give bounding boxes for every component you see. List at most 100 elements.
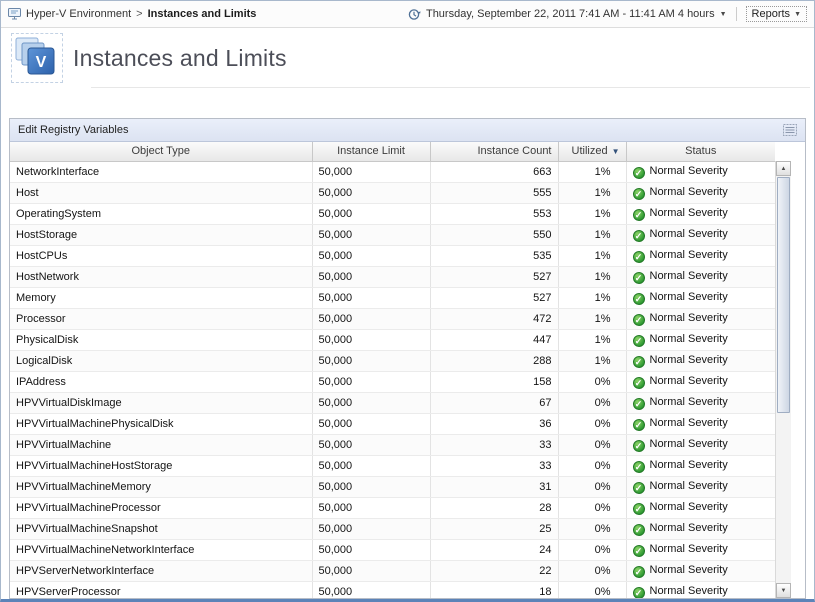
reports-label: Reports — [752, 8, 791, 20]
object-type-cell: HPVVirtualMachineMemory — [10, 476, 312, 497]
status-label: Normal Severity — [650, 249, 728, 261]
table-body: NetworkInterface50,0006631%✓Normal Sever… — [10, 161, 775, 598]
table-row[interactable]: LogicalDisk50,0002881%✓Normal Severity — [10, 350, 775, 371]
table-row[interactable]: HPVServerProcessor50,000180%✓Normal Seve… — [10, 581, 775, 598]
instances-table: Object Type Instance Limit Instance Coun… — [10, 142, 775, 598]
table-row[interactable]: HPVVirtualMachinePhysicalDisk50,000360%✓… — [10, 413, 775, 434]
table-row[interactable]: HostCPUs50,0005351%✓Normal Severity — [10, 245, 775, 266]
table-row[interactable]: IPAddress50,0001580%✓Normal Severity — [10, 371, 775, 392]
instance-limit-cell: 50,000 — [312, 497, 430, 518]
instance-count-cell: 33 — [430, 434, 558, 455]
status-label: Normal Severity — [650, 585, 728, 597]
column-header-instance-limit[interactable]: Instance Limit — [312, 142, 430, 161]
panel-header: Edit Registry Variables — [10, 119, 805, 142]
breadcrumb-parent[interactable]: Hyper-V Environment — [26, 8, 131, 20]
time-range-icon — [408, 8, 421, 21]
utilized-cell: 0% — [558, 476, 626, 497]
instance-count-cell: 447 — [430, 329, 558, 350]
object-type-cell: HPVVirtualMachine — [10, 434, 312, 455]
table-row[interactable]: OperatingSystem50,0005531%✓Normal Severi… — [10, 203, 775, 224]
column-header-status[interactable]: Status — [626, 142, 775, 161]
status-cell: ✓Normal Severity — [626, 455, 775, 476]
status-label: Normal Severity — [650, 312, 728, 324]
breadcrumb-current: Instances and Limits — [148, 8, 257, 20]
object-type-cell: HPVServerProcessor — [10, 581, 312, 598]
scrollbar-thumb[interactable] — [777, 177, 790, 413]
instance-limit-cell: 50,000 — [312, 161, 430, 182]
table-row[interactable]: HPVVirtualMachineProcessor50,000280%✓Nor… — [10, 497, 775, 518]
object-type-cell: HostNetwork — [10, 266, 312, 287]
status-cell: ✓Normal Severity — [626, 518, 775, 539]
reports-button[interactable]: Reports ▼ — [746, 6, 807, 22]
column-header-instance-count[interactable]: Instance Count — [430, 142, 558, 161]
status-cell: ✓ Normal Severity — [626, 581, 775, 598]
table-row[interactable]: HPVVirtualMachineMemory50,000310%✓Normal… — [10, 476, 775, 497]
table-row[interactable]: PhysicalDisk50,0004471%✓Normal Severity — [10, 329, 775, 350]
table-row[interactable]: HPVVirtualDiskImage50,000670%✓Normal Sev… — [10, 392, 775, 413]
table-row[interactable]: HPVVirtualMachine50,000330%✓Normal Sever… — [10, 434, 775, 455]
status-cell: ✓Normal Severity — [626, 350, 775, 371]
dashboard-icon — [8, 8, 21, 20]
utilized-cell: 1% — [558, 287, 626, 308]
table-row[interactable]: HPVVirtualMachineNetworkInterface50,0002… — [10, 539, 775, 560]
column-header-utilized[interactable]: Utilized▼ — [558, 142, 626, 161]
status-cell: ✓Normal Severity — [626, 434, 775, 455]
object-type-cell: PhysicalDisk — [10, 329, 312, 350]
object-type-cell: IPAddress — [10, 371, 312, 392]
instance-limit-cell: 50,000 — [312, 203, 430, 224]
instance-limit-cell: 50,000 — [312, 308, 430, 329]
normal-severity-check-icon: ✓ — [633, 293, 645, 305]
table-row[interactable]: NetworkInterface50,0006631%✓Normal Sever… — [10, 161, 775, 182]
status-cell: ✓Normal Severity — [626, 329, 775, 350]
object-type-cell: HPVVirtualMachinePhysicalDisk — [10, 413, 312, 434]
normal-severity-check-icon: ✓ — [633, 188, 645, 200]
status-cell: ✓Normal Severity — [626, 308, 775, 329]
table-row[interactable]: Host50,0005551%✓Normal Severity — [10, 182, 775, 203]
instance-limit-cell: 50,000 — [312, 476, 430, 497]
status-cell: ✓Normal Severity — [626, 371, 775, 392]
instance-count-cell: 472 — [430, 308, 558, 329]
status-cell: ✓Normal Severity — [626, 161, 775, 182]
status-label: Normal Severity — [650, 270, 728, 282]
table-customizer-icon[interactable] — [783, 124, 797, 136]
table-row[interactable]: Memory50,0005271%✓Normal Severity — [10, 287, 775, 308]
scrollbar-up-arrow-icon[interactable]: ▲ — [776, 161, 791, 176]
time-range-caret-icon[interactable]: ▼ — [720, 11, 727, 18]
instance-count-cell: 67 — [430, 392, 558, 413]
object-type-cell: HPVVirtualMachineHostStorage — [10, 455, 312, 476]
table-row[interactable]: HPVVirtualMachineHostStorage50,000330%✓N… — [10, 455, 775, 476]
instance-limit-cell: 50,000 — [312, 560, 430, 581]
table-row[interactable]: HostStorage50,0005501%✓Normal Severity — [10, 224, 775, 245]
scrollbar-down-arrow-icon[interactable]: ▼ — [776, 583, 791, 598]
table-row[interactable]: HostNetwork50,0005271%✓Normal Severity — [10, 266, 775, 287]
instance-count-cell: 555 — [430, 182, 558, 203]
status-label: Normal Severity — [650, 438, 728, 450]
table-row[interactable]: HPVServerNetworkInterface50,000220%✓Norm… — [10, 560, 775, 581]
instance-limit-cell: 50,000 — [312, 245, 430, 266]
instance-count-cell: 535 — [430, 245, 558, 266]
normal-severity-check-icon: ✓ — [633, 587, 645, 599]
status-label: Normal Severity — [650, 333, 728, 345]
column-header-object-type[interactable]: Object Type — [10, 142, 312, 161]
utilized-cell: 1% — [558, 203, 626, 224]
table-row[interactable]: Processor50,0004721%✓Normal Severity — [10, 308, 775, 329]
normal-severity-check-icon: ✓ — [633, 524, 645, 536]
normal-severity-check-icon: ✓ — [633, 377, 645, 389]
status-label: Normal Severity — [650, 207, 728, 219]
object-type-cell: OperatingSystem — [10, 203, 312, 224]
utilized-cell: 0% — [558, 518, 626, 539]
scrollbar-track[interactable] — [776, 176, 791, 583]
instance-limit-cell: 50,000 — [312, 455, 430, 476]
status-cell: ✓Normal Severity — [626, 476, 775, 497]
table-row[interactable]: HPVVirtualMachineSnapshot50,000250%✓Norm… — [10, 518, 775, 539]
status-cell: ✓Normal Severity — [626, 266, 775, 287]
vertical-scrollbar[interactable]: ▲ ▼ — [775, 161, 791, 598]
utilized-cell: 0% — [558, 539, 626, 560]
title-divider — [91, 87, 810, 88]
object-type-cell: NetworkInterface — [10, 161, 312, 182]
divider — [736, 7, 737, 21]
time-range-label[interactable]: Thursday, September 22, 2011 7:41 AM - 1… — [426, 8, 715, 20]
instance-limit-cell: 50,000 — [312, 518, 430, 539]
status-label: Normal Severity — [650, 291, 728, 303]
utilized-cell: 0% — [558, 392, 626, 413]
